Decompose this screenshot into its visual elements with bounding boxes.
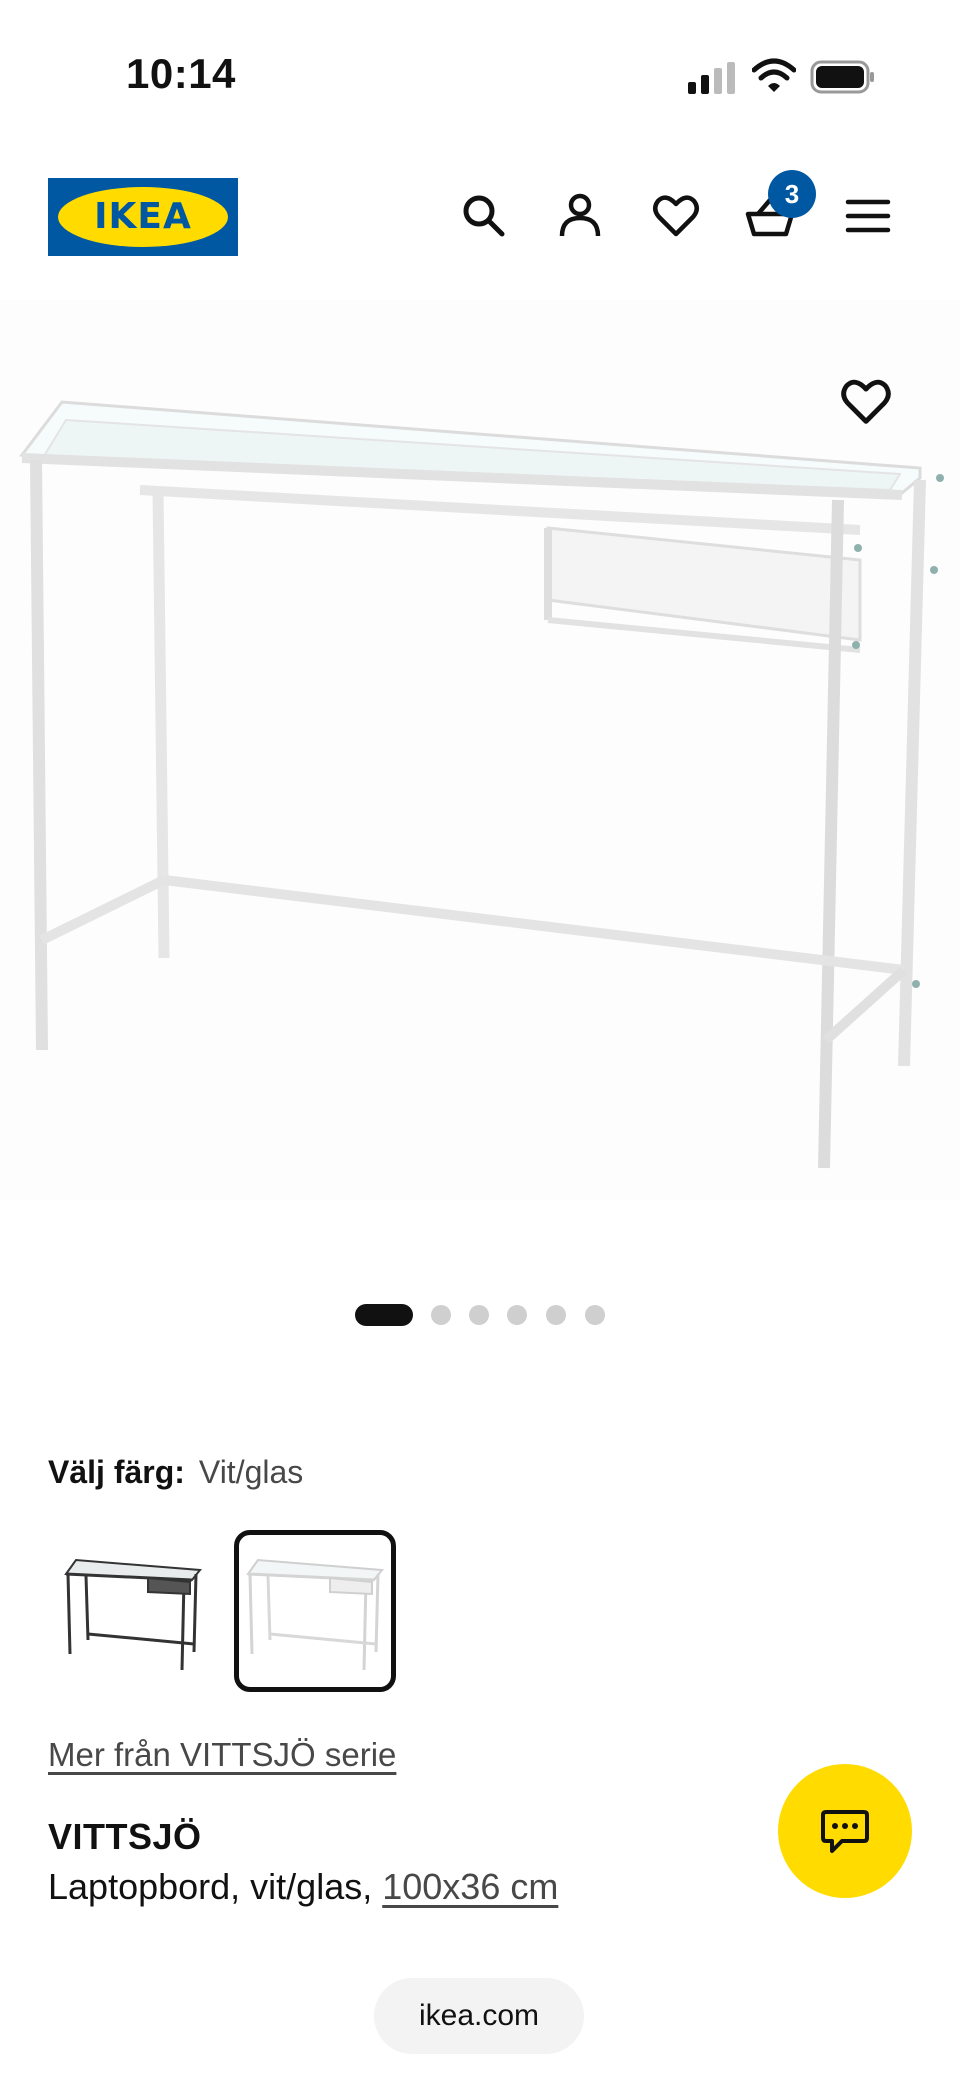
carousel-dot-2[interactable]: [431, 1305, 451, 1325]
chat-button[interactable]: [778, 1764, 912, 1898]
site-header: IKEA 3: [0, 170, 960, 260]
logo-text: IKEA: [94, 196, 192, 237]
selected-color-value: Vit/glas: [198, 1454, 304, 1490]
cart-count-badge: 3: [768, 170, 816, 218]
color-label-text: Välj färg:: [48, 1454, 185, 1490]
cellular-signal-icon: [688, 62, 735, 94]
color-selector-label: Välj färg: Vit/glas: [48, 1454, 303, 1491]
desk-illustration: [19, 400, 944, 1169]
product-description: Laptopbord, vit/glas, 100x36 cm: [48, 1866, 558, 1908]
product-image[interactable]: [0, 300, 960, 1200]
more-from-series-link[interactable]: Mer från VITTSJÖ serie: [48, 1736, 396, 1774]
ikea-logo[interactable]: IKEA: [48, 178, 238, 256]
account-icon[interactable]: [554, 190, 606, 242]
carousel-dot-6[interactable]: [585, 1305, 605, 1325]
status-bar: 10:14: [0, 0, 960, 150]
chat-icon: [821, 1810, 869, 1853]
carousel-dot-4[interactable]: [507, 1305, 527, 1325]
search-icon[interactable]: [458, 190, 510, 242]
add-to-favorites-heart-icon[interactable]: [838, 374, 894, 430]
product-type-text: Laptopbord, vit/glas,: [48, 1866, 373, 1907]
wifi-icon: [752, 58, 796, 92]
white-desk-thumbnail: [246, 1558, 384, 1671]
color-option-black[interactable]: [52, 1530, 214, 1692]
carousel-dot-3[interactable]: [469, 1305, 489, 1325]
status-time: 10:14: [126, 50, 236, 97]
color-option-white[interactable]: [234, 1530, 396, 1692]
product-name: VITTSJÖ: [48, 1816, 202, 1857]
battery-icon: [810, 60, 874, 94]
image-carousel-dots: [0, 1302, 960, 1326]
browser-url-bar[interactable]: ikea.com: [374, 1978, 584, 2054]
product-dimensions-link[interactable]: 100x36 cm: [382, 1866, 558, 1907]
favorites-icon[interactable]: [650, 190, 702, 242]
menu-icon[interactable]: [842, 190, 894, 242]
carousel-dot-1[interactable]: [355, 1304, 413, 1326]
carousel-dot-5[interactable]: [546, 1305, 566, 1325]
black-desk-thumbnail: [64, 1558, 202, 1671]
